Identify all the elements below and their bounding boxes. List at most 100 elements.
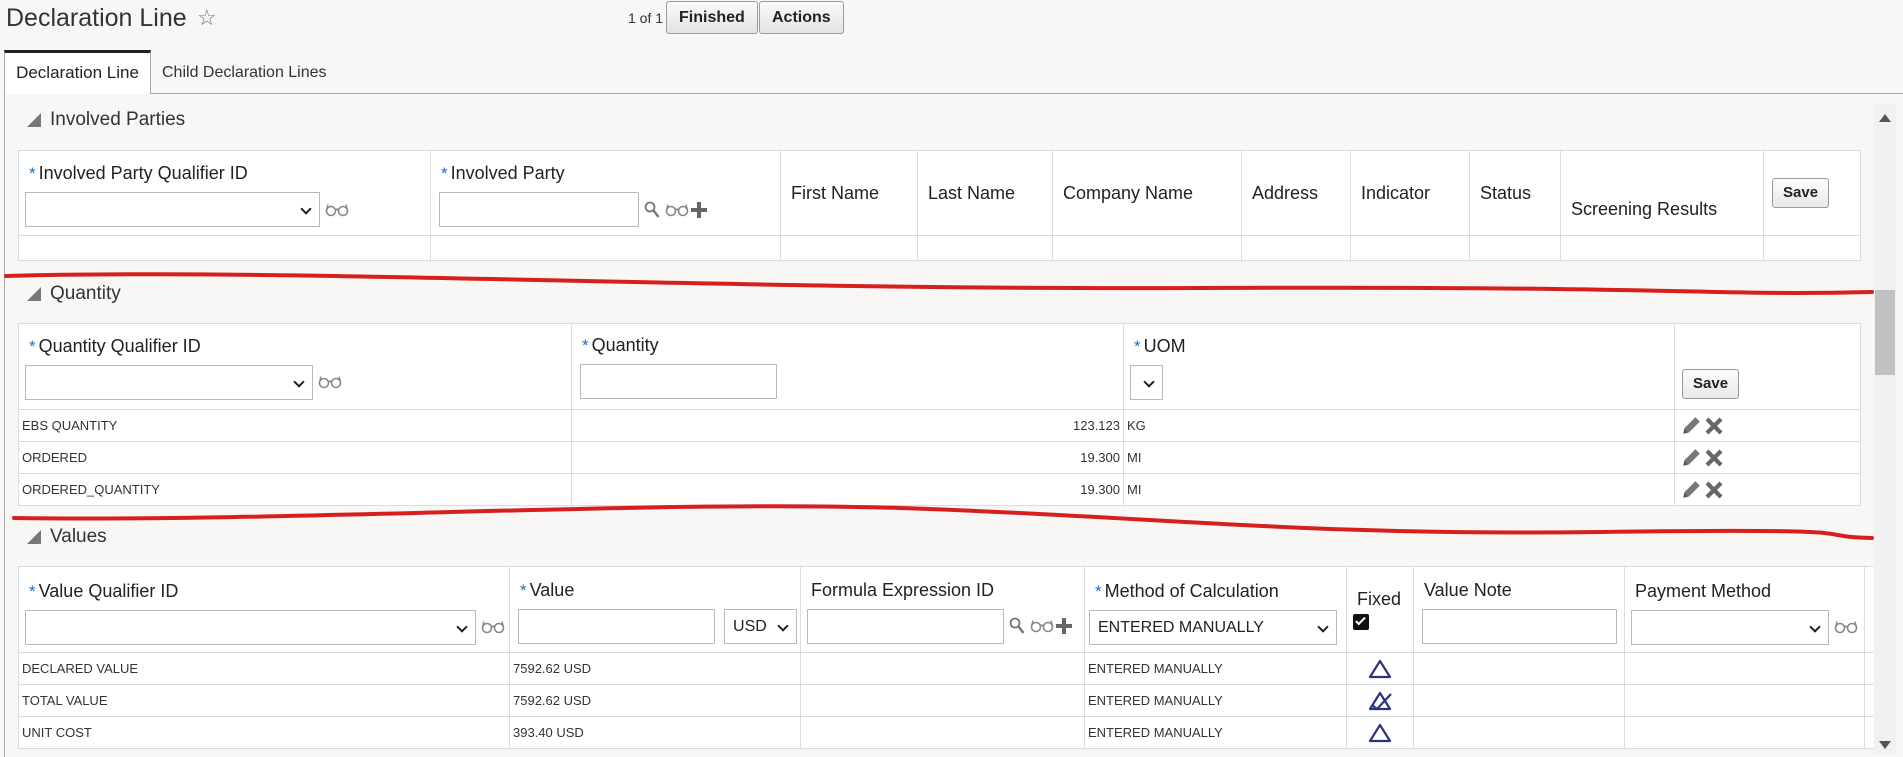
col-method-of-calculation: * Method of Calculation ENTERED MANUALLY [1084, 566, 1347, 653]
col-fixed: Fixed [1346, 566, 1414, 653]
values-table: * Value Qualifier ID * Value USD Formula E… [18, 566, 1875, 749]
glasses-icon[interactable] [325, 203, 349, 217]
search-icon[interactable] [644, 200, 660, 220]
quantity-qualifier-cell: EBS QUANTITY [18, 409, 572, 442]
value-method-cell: ENTERED MANUALLY [1084, 716, 1347, 749]
col-value: * Value USD [509, 566, 801, 653]
col-actions: Save [1674, 323, 1861, 410]
involved-parties-save-button[interactable]: Save [1772, 178, 1830, 208]
delta-icon [1368, 659, 1392, 679]
quantity-value-cell: 123.123 [571, 409, 1124, 442]
col-status: Status [1469, 150, 1561, 236]
method-of-calculation-select[interactable]: ENTERED MANUALLY [1089, 609, 1337, 645]
finished-button[interactable]: Finished [666, 1, 758, 34]
value-method-cell: ENTERED MANUALLY [1084, 652, 1347, 685]
table-row: UNIT COST 393.40 USD ENTERED MANUALLY [18, 716, 1875, 749]
delete-x-icon[interactable] [1704, 480, 1724, 500]
record-pager: 1 of 1 [628, 10, 664, 26]
table-row: EBS QUANTITY 123.123 KG [18, 409, 1861, 442]
involved-party-qualifier-select[interactable] [25, 192, 320, 227]
delta-check-icon [1368, 691, 1392, 711]
quantity-save-button[interactable]: Save [1682, 368, 1740, 399]
col-payment-method: Payment Method [1624, 566, 1865, 653]
value-qualifier-cell: DECLARED VALUE [18, 652, 510, 685]
glasses-icon[interactable] [665, 203, 689, 217]
table-row: ORDERED_QUANTITY 19.300 MI [18, 473, 1861, 506]
quantity-value-cell: 19.300 [571, 441, 1124, 474]
quantity-uom-cell: MI [1123, 441, 1675, 474]
col-involved-party: * Involved Party [430, 150, 781, 236]
value-qualifier-select[interactable] [25, 609, 476, 645]
col-indicator: Indicator [1350, 150, 1470, 236]
glasses-icon[interactable] [318, 375, 342, 389]
value-qualifier-cell: TOTAL VALUE [18, 684, 510, 717]
value-amount-cell: 7592.62 USD [509, 684, 801, 717]
value-method-cell: ENTERED MANUALLY [1084, 684, 1347, 717]
delete-x-icon[interactable] [1704, 416, 1724, 436]
quantity-qualifier-select[interactable] [25, 364, 313, 400]
table-row: DECLARED VALUE 7592.62 USD ENTERED MANUA… [18, 652, 1875, 685]
payment-method-select[interactable] [1631, 609, 1829, 645]
currency-select[interactable]: USD [724, 608, 798, 644]
quantity-uom-cell: MI [1123, 473, 1675, 506]
col-screening-results: Screening Results [1560, 150, 1764, 236]
value-input[interactable] [518, 608, 715, 644]
col-last-name: Last Name [917, 150, 1053, 236]
col-value-note: Value Note [1413, 566, 1625, 653]
tab-child-declaration-lines[interactable]: Child Declaration Lines [162, 64, 327, 82]
value-qualifier-cell: UNIT COST [18, 716, 510, 749]
glasses-icon[interactable] [1030, 619, 1054, 633]
add-icon[interactable] [1055, 617, 1073, 635]
formula-expression-input[interactable] [807, 608, 1004, 644]
uom-select[interactable] [1130, 364, 1163, 400]
glasses-icon[interactable] [481, 620, 505, 634]
tab-declaration-line[interactable]: Declaration Line [4, 50, 151, 94]
collapse-triangle-icon[interactable] [27, 113, 41, 127]
collapse-triangle-icon[interactable] [27, 287, 41, 301]
col-uom: * UOM [1123, 323, 1675, 410]
scroll-up-arrow-icon[interactable] [1879, 114, 1891, 122]
quantity-value-cell: 19.300 [571, 473, 1124, 506]
table-row: ORDERED 19.300 MI [18, 441, 1861, 474]
quantity-table: * Quantity Qualifier ID * Quantity * UOM Sa… [18, 323, 1861, 506]
col-value-qualifier: * Value Qualifier ID [18, 566, 510, 653]
involved-parties-table: * Involved Party Qualifier ID * Involved P… [18, 150, 1861, 261]
quantity-qualifier-cell: ORDERED [18, 441, 572, 474]
col-actions: Save [1763, 150, 1861, 236]
table-row: TOTAL VALUE 7592.62 USD ENTERED MANUALLY [18, 684, 1875, 717]
values-title: Values [50, 526, 107, 547]
favorite-star-icon[interactable]: ☆ [197, 5, 217, 31]
col-involved-party-qualifier: * Involved Party Qualifier ID [18, 150, 431, 236]
col-address: Address [1241, 150, 1351, 236]
vertical-scrollbar[interactable] [1874, 104, 1896, 754]
edit-pencil-icon[interactable] [1680, 479, 1702, 501]
col-company-name: Company Name [1052, 150, 1242, 236]
edit-pencil-icon[interactable] [1680, 415, 1702, 437]
actions-button[interactable]: Actions [759, 1, 844, 34]
quantity-title: Quantity [50, 283, 121, 304]
involved-party-input[interactable] [439, 192, 639, 227]
glasses-icon[interactable] [1834, 620, 1858, 634]
search-icon[interactable] [1009, 616, 1025, 636]
quantity-uom-cell: KG [1123, 409, 1675, 442]
col-formula-expression: Formula Expression ID [800, 566, 1085, 653]
delta-icon [1368, 723, 1392, 743]
collapse-triangle-icon[interactable] [27, 530, 41, 544]
page-title: Declaration Line [6, 4, 187, 32]
scrollbar-thumb[interactable] [1875, 290, 1895, 375]
col-first-name: First Name [780, 150, 918, 236]
tab-divider [151, 93, 1903, 94]
value-amount-cell: 393.40 USD [509, 716, 801, 749]
col-quantity-qualifier: * Quantity Qualifier ID [18, 323, 572, 410]
involved-parties-title: Involved Parties [50, 109, 186, 130]
delete-x-icon[interactable] [1704, 448, 1724, 468]
quantity-input[interactable] [580, 363, 777, 399]
fixed-checkbox[interactable] [1353, 613, 1369, 630]
edit-pencil-icon[interactable] [1680, 447, 1702, 469]
value-note-input[interactable] [1422, 608, 1617, 644]
value-amount-cell: 7592.62 USD [509, 652, 801, 685]
col-quantity: * Quantity [571, 323, 1124, 410]
add-icon[interactable] [690, 201, 708, 219]
quantity-qualifier-cell: ORDERED_QUANTITY [18, 473, 572, 506]
scroll-down-arrow-icon[interactable] [1879, 741, 1891, 749]
